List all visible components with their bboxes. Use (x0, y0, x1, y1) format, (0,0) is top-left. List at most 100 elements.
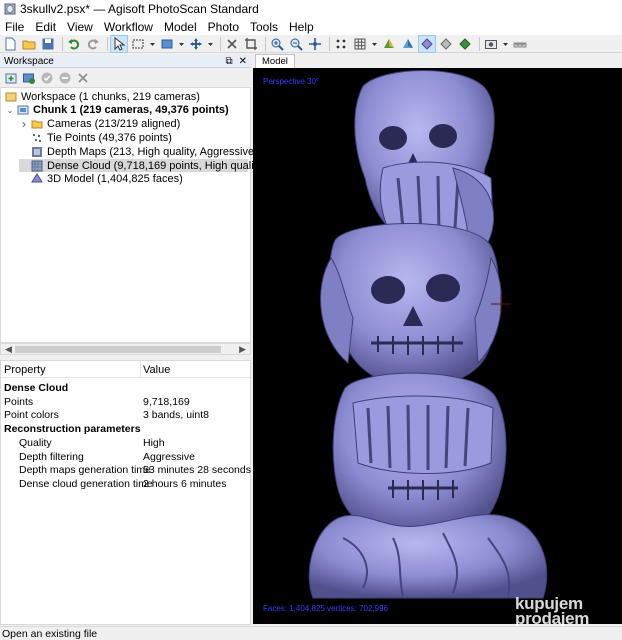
solid-model-view-icon[interactable] (438, 36, 454, 52)
capture-view-icon[interactable] (483, 36, 499, 52)
properties-header: Property Value (1, 361, 250, 378)
skull-tower-mesh (308, 70, 548, 599)
point-cloud-view-icon[interactable] (381, 36, 397, 52)
reset-view-icon[interactable] (307, 36, 323, 52)
ruler-icon[interactable] (512, 36, 528, 52)
tree-item-label: Chunk 1 (219 cameras, 49,376 points) (33, 104, 229, 117)
redo-icon[interactable] (85, 36, 101, 52)
workspace-horizontal-scrollbar[interactable]: ◀ ▶ (0, 343, 251, 355)
chevron-down-icon[interactable]: ⌄ (5, 106, 15, 115)
add-photos-icon[interactable] (21, 70, 37, 86)
property-key: Depth maps generation time (19, 464, 151, 477)
property-key: Depth filtering (19, 450, 84, 463)
dense-cloud-view-icon[interactable] (400, 36, 416, 52)
tie-points-icon (31, 132, 43, 144)
property-row[interactable]: Quality High (1, 436, 250, 450)
dense-cloud-icon (31, 160, 43, 172)
watermark-line-2: prodajem (515, 609, 590, 628)
move-object-icon[interactable] (188, 36, 204, 52)
property-row[interactable]: Depth filtering Aggressive (1, 450, 250, 464)
crop-selection-icon[interactable] (243, 36, 259, 52)
grid-icon[interactable] (352, 36, 368, 52)
property-value: 3 bands, uint8 (143, 409, 209, 422)
tree-item-dense-cloud[interactable]: Dense Cloud (9,718,169 points, High qual… (19, 159, 266, 172)
depth-maps-icon (31, 146, 43, 158)
tree-item-label: Depth Maps (213, High quality, Aggressiv… (47, 145, 281, 158)
show-cameras-icon[interactable] (333, 36, 349, 52)
property-row[interactable]: Points 9,718,169 (1, 395, 250, 409)
zoom-in-icon[interactable] (269, 36, 285, 52)
property-key: Point colors (4, 409, 59, 422)
property-key: Points (4, 395, 34, 408)
zoom-out-icon[interactable] (288, 36, 304, 52)
scrollbar-thumb[interactable] (15, 346, 221, 353)
workspace-tree: Workspace (1 chunks, 219 cameras) ⌄ Chunk … (0, 87, 280, 343)
column-divider[interactable] (140, 361, 141, 378)
property-row[interactable]: Depth maps generation time 53 minutes 28 … (1, 463, 251, 477)
disable-camera-icon[interactable] (57, 70, 73, 86)
menu-model[interactable]: Model (159, 20, 203, 34)
chevron-down-icon[interactable] (371, 36, 378, 52)
menu-file[interactable]: File (0, 20, 30, 34)
toolbar-separator (62, 36, 63, 51)
tab-model[interactable]: Model (255, 54, 295, 68)
tree-item-chunk[interactable]: ⌄ Chunk 1 (219 cameras, 49,376 points) (5, 104, 248, 117)
textured-model-view-icon[interactable] (457, 36, 473, 52)
value-column-header[interactable]: Value (143, 364, 170, 376)
chevron-down-icon[interactable] (149, 36, 156, 52)
tree-item-depth-maps[interactable]: Depth Maps (213, High quality, Aggressiv… (19, 145, 280, 158)
new-file-icon[interactable] (2, 36, 18, 52)
menu-edit[interactable]: Edit (30, 20, 62, 34)
close-pane-icon[interactable]: ✕ (239, 56, 247, 67)
delete-selection-icon[interactable] (224, 36, 240, 52)
move-region-icon[interactable] (159, 36, 175, 52)
chevron-down-icon[interactable] (178, 36, 185, 52)
property-key: Quality (19, 436, 52, 449)
remove-items-icon[interactable] (75, 70, 91, 86)
status-bar: Open an existing file (0, 626, 622, 640)
tree-item-model[interactable]: 3D Model (1,404,825 faces) (19, 173, 248, 186)
enable-camera-icon[interactable] (39, 70, 55, 86)
window-title: 3skullv2.psx* — Agisoft PhotoScan Standa… (20, 2, 259, 16)
menu-tools[interactable]: Tools (245, 20, 284, 34)
toolbar-separator (265, 36, 266, 51)
chevron-down-icon[interactable] (502, 36, 509, 52)
float-pane-icon[interactable]: ⧉ (225, 56, 232, 67)
property-section[interactable]: Dense Cloud (1, 381, 250, 395)
menu-photo[interactable]: Photo (203, 20, 245, 34)
workspace-pane-header: Workspace ⧉ ✕ (0, 55, 251, 68)
toolbar-separator (479, 36, 480, 51)
scroll-left-icon[interactable]: ◀ (5, 344, 12, 355)
tree-item-label: 3D Model (1,404,825 faces) (47, 173, 183, 186)
main-toolbar (0, 34, 622, 53)
open-folder-icon[interactable] (21, 36, 37, 52)
tree-item-tie-points[interactable]: Tie Points (49,376 points) (19, 131, 248, 144)
tree-item-cameras-folder[interactable]: › Cameras (213/219 aligned) (19, 117, 248, 131)
property-section[interactable]: Reconstruction parameters (1, 422, 250, 436)
property-key: Reconstruction parameters (4, 423, 141, 436)
workspace-toolbar (0, 69, 251, 87)
save-icon[interactable] (40, 36, 56, 52)
view-tab-bar: Model (253, 53, 622, 68)
shaded-model-view-icon[interactable] (418, 34, 436, 53)
chevron-right-icon[interactable]: › (19, 117, 29, 131)
property-row[interactable]: Point colors 3 bands, uint8 (1, 408, 250, 422)
workspace-icon (5, 91, 17, 103)
menu-view[interactable]: View (62, 20, 99, 34)
undo-icon[interactable] (66, 36, 82, 52)
property-row[interactable]: Dense cloud generation time 2 hours 6 min… (1, 477, 250, 491)
properties-pane: Property Value Dense Cloud Points 9,718,16… (0, 360, 251, 625)
tree-item-label: Workspace (1 chunks, 219 cameras) (21, 90, 200, 103)
tree-item-label: Cameras (213/219 aligned) (47, 118, 181, 131)
property-column-header[interactable]: Property (4, 364, 46, 376)
model-viewport[interactable]: Perspective 30° Faces: 1,404,825 vertice… (253, 68, 622, 624)
rectangle-selection-icon[interactable] (130, 36, 146, 52)
tree-item-workspace[interactable]: Workspace (1 chunks, 219 cameras) (5, 90, 248, 103)
menu-workflow[interactable]: Workflow (99, 20, 159, 34)
chevron-down-icon[interactable] (207, 36, 214, 52)
menu-help[interactable]: Help (284, 20, 320, 34)
add-chunk-icon[interactable] (3, 70, 19, 86)
navigation-cursor-icon[interactable] (110, 34, 128, 53)
scroll-right-icon[interactable]: ▶ (239, 344, 246, 355)
cameras-folder-icon (31, 118, 43, 130)
